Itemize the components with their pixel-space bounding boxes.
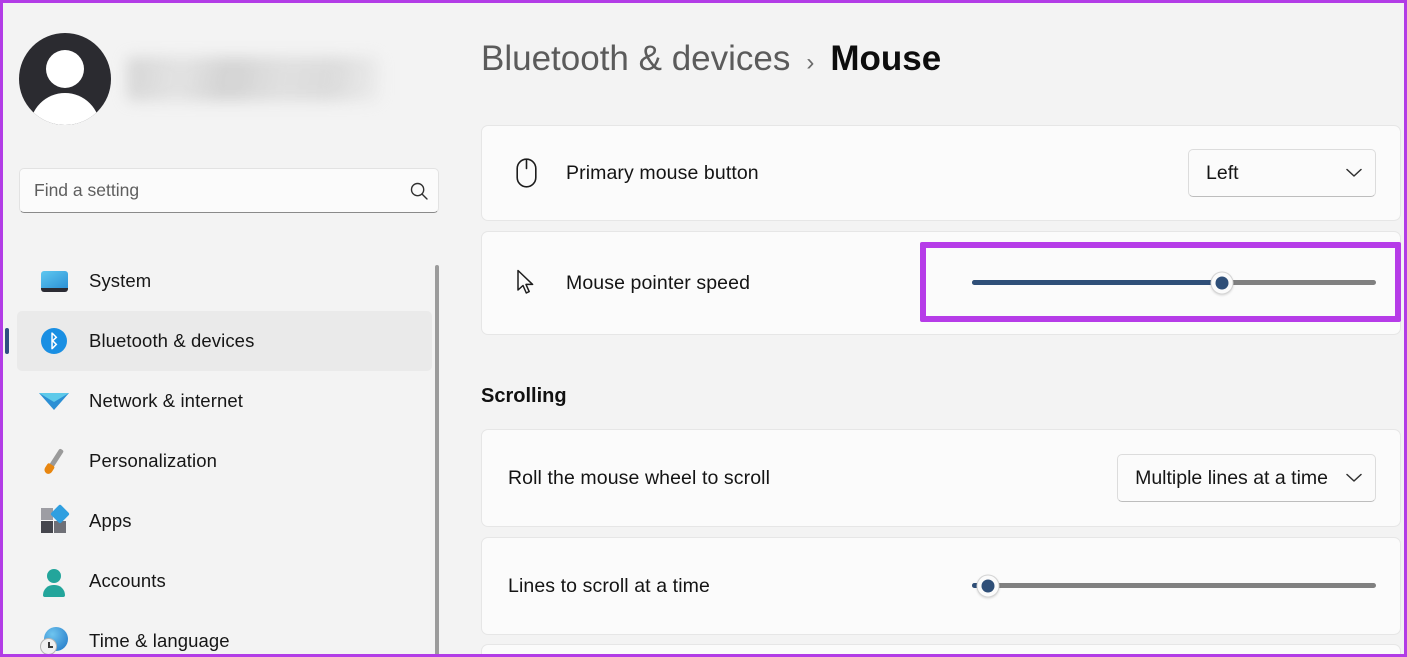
avatar-body [30,93,100,125]
next-setting-card-partial [481,644,1401,654]
mouse-icon [508,158,544,188]
primary-mouse-button-label: Primary mouse button [566,161,759,184]
sidebar-item-label: Time & language [89,630,230,651]
mouse-wheel-scroll-card: Roll the mouse wheel to scroll Multiple … [481,429,1401,527]
dropdown-value: Multiple lines at a time [1135,466,1328,489]
sidebar-item-label: Network & internet [89,390,243,411]
lines-to-scroll-row: Lines to scroll at a time [482,538,1400,634]
lines-to-scroll-card: Lines to scroll at a time [481,537,1401,635]
account-row[interactable] [19,33,379,125]
dropdown-value: Left [1206,161,1239,184]
sidebar-scrollbar[interactable] [435,265,439,654]
search-box[interactable] [19,168,439,213]
mouse-pointer-speed-row: Mouse pointer speed [482,232,1400,334]
mouse-wheel-scroll-label: Roll the mouse wheel to scroll [508,466,771,489]
slider-track [972,583,1376,588]
breadcrumb: Bluetooth & devices › Mouse [481,39,941,79]
page-title: Mouse [830,39,942,78]
sidebar-item-bluetooth-devices[interactable]: ᛒ Bluetooth & devices [17,311,432,371]
sidebar-item-label: System [89,270,152,291]
sidebar: System ᛒ Bluetooth & devices Network & i… [3,3,440,654]
lines-to-scroll-slider[interactable] [972,572,1376,600]
primary-mouse-button-row: Primary mouse button Left [482,126,1400,220]
mouse-wheel-scroll-dropdown[interactable]: Multiple lines at a time [1117,454,1376,502]
wifi-icon [39,386,69,416]
mouse-pointer-speed-label: Mouse pointer speed [566,271,751,294]
sidebar-item-system[interactable]: System [17,251,432,311]
search-icon[interactable] [400,169,438,212]
apps-grid-icon [39,504,70,536]
mouse-wheel-scroll-row: Roll the mouse wheel to scroll Multiple … [482,430,1400,526]
avatar-head [46,50,84,88]
chevron-right-icon: › [806,49,815,76]
person-icon [39,566,69,597]
sidebar-item-network-internet[interactable]: Network & internet [17,371,432,431]
sidebar-item-accounts[interactable]: Accounts [17,551,432,611]
mouse-pointer-speed-card: Mouse pointer speed [481,231,1401,335]
slider-thumb[interactable] [1210,271,1234,295]
sidebar-nav: System ᛒ Bluetooth & devices Network & i… [3,251,440,654]
slider-fill [972,280,1223,285]
breadcrumb-parent-link[interactable]: Bluetooth & devices [481,39,790,79]
sidebar-item-apps[interactable]: Apps [17,491,432,551]
person-avatar-icon[interactable] [19,33,111,125]
sidebar-item-personalization[interactable]: Personalization [17,431,432,491]
paintbrush-icon [39,446,69,476]
section-header-scrolling: Scrolling [481,385,567,407]
sidebar-item-label: Accounts [89,570,166,591]
chevron-down-icon [1346,168,1362,178]
slider-thumb[interactable] [976,574,1000,598]
sidebar-item-time-language[interactable]: Time & language [17,611,432,654]
cursor-arrow-icon [508,269,544,297]
globe-clock-icon [39,626,69,654]
account-name-redacted [127,57,379,101]
primary-mouse-button-dropdown[interactable]: Left [1188,149,1376,197]
sidebar-item-label: Bluetooth & devices [89,330,255,351]
monitor-icon [39,266,69,296]
primary-mouse-button-card: Primary mouse button Left [481,125,1401,221]
mouse-pointer-speed-slider[interactable] [972,269,1376,297]
sidebar-item-label: Personalization [89,450,217,471]
settings-window: System ᛒ Bluetooth & devices Network & i… [0,0,1407,657]
main-content: Bluetooth & devices › Mouse Primary mous… [440,3,1404,654]
bluetooth-icon: ᛒ [39,326,69,356]
lines-to-scroll-label: Lines to scroll at a time [508,574,710,597]
sidebar-item-label: Apps [89,510,132,531]
chevron-down-icon [1346,473,1362,483]
search-input[interactable] [20,180,400,201]
